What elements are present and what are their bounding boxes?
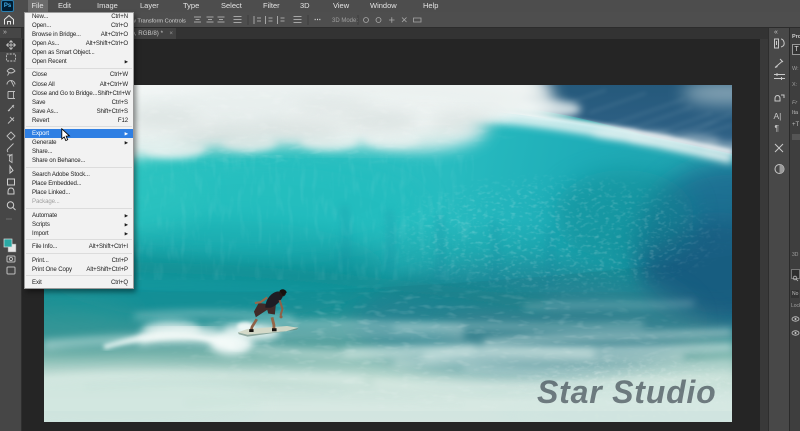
svg-text:⋯: ⋯: [314, 17, 321, 24]
svg-text:T: T: [7, 153, 13, 163]
svg-text:⋯: ⋯: [6, 217, 12, 223]
svg-text:¶: ¶: [775, 123, 780, 133]
svg-text:Star Studio: Star Studio: [537, 374, 716, 410]
svg-text:»: »: [3, 29, 7, 36]
svg-text:A|: A|: [774, 111, 782, 121]
svg-text:«: «: [774, 29, 778, 36]
svg-text:3D Mode:: 3D Mode:: [332, 18, 358, 24]
